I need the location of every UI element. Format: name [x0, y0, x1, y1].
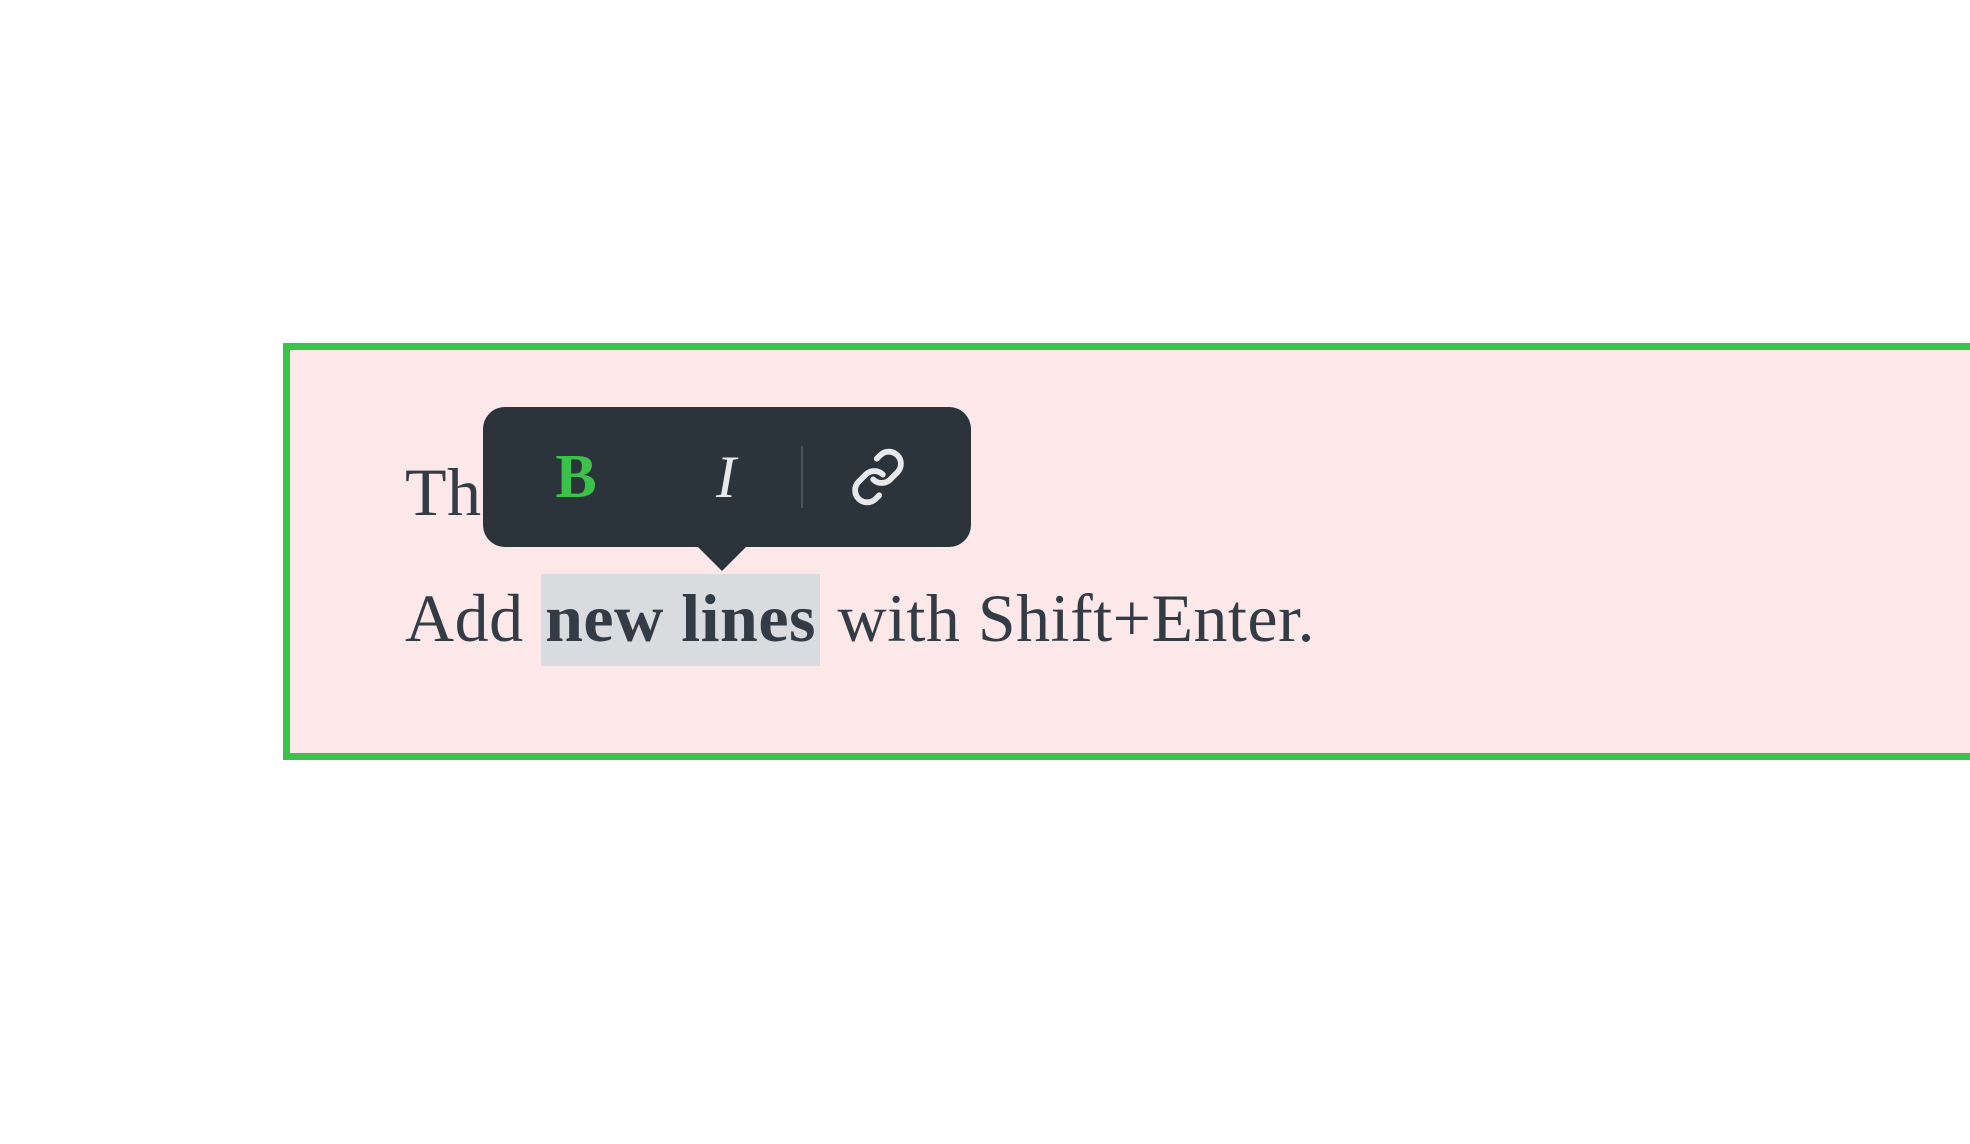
text-line-2[interactable]: Add new lines with Shift+Enter. [405, 556, 1970, 682]
text-fragment: Th [405, 454, 482, 530]
text-fragment: with Shift+Enter. [820, 580, 1315, 656]
formatting-toolbar: B I [483, 407, 971, 547]
bold-button[interactable]: B [501, 407, 651, 547]
text-fragment: Add [405, 580, 541, 656]
link-icon [849, 448, 907, 506]
italic-button[interactable]: I [651, 407, 801, 547]
italic-icon: I [716, 447, 736, 507]
selected-text[interactable]: new lines [541, 574, 820, 666]
text-block[interactable]: This is input text. Add new lines with S… [283, 343, 1970, 760]
bold-icon: B [555, 446, 596, 508]
link-button[interactable] [803, 407, 953, 547]
